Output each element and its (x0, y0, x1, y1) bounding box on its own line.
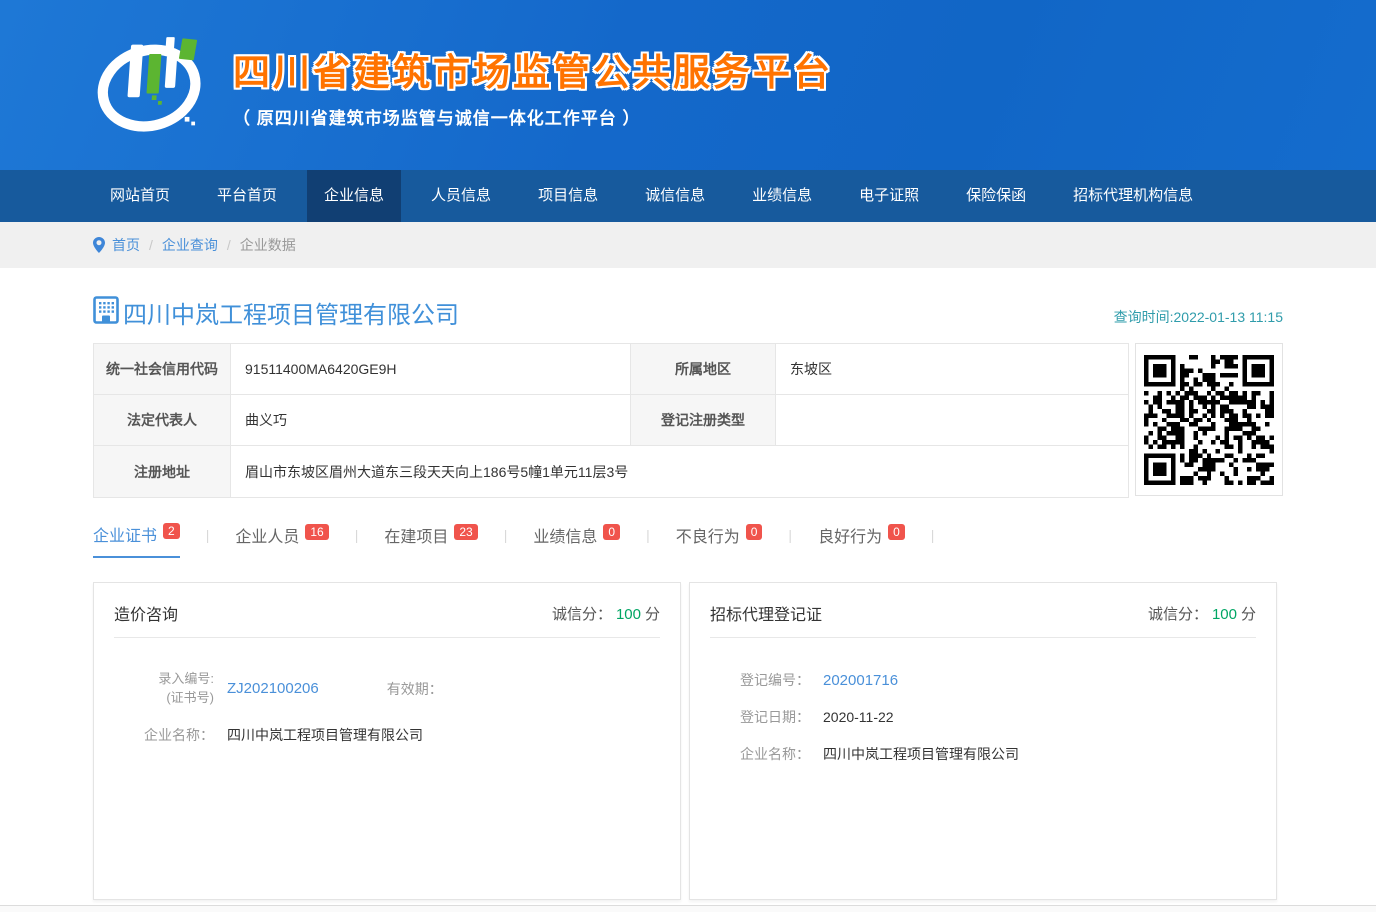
tab-bad-behavior[interactable]: 不良行为 0 (676, 523, 763, 557)
address-value: 眉山市东坡区眉州大道东三段天天向上186号5幢1单元11层3号 (231, 446, 1129, 497)
nav-item-platform-home[interactable]: 平台首页 (200, 170, 294, 222)
company-title: 四川中岚工程项目管理有限公司 (123, 295, 459, 330)
count-badge: 2 (163, 523, 180, 539)
breadcrumb: 首页 / 企业查询 / 企业数据 (93, 222, 1283, 268)
tab-projects-under-construction[interactable]: 在建项目 23 (384, 523, 477, 557)
tab-enterprise-certificates[interactable]: 企业证书 2 (93, 522, 180, 558)
building-icon (93, 296, 119, 329)
company-name-label: 企业名称： (144, 725, 214, 745)
nav-item-insurance-guarantee[interactable]: 保险保函 (949, 170, 1043, 222)
breadcrumb-home[interactable]: 首页 (112, 235, 140, 255)
nav-item-performance-info[interactable]: 业绩信息 (735, 170, 829, 222)
score-value: 100 (616, 606, 641, 623)
breadcrumb-current: 企业数据 (240, 235, 296, 255)
qr-code (1144, 355, 1274, 485)
registration-date-label: 登记日期： (740, 707, 810, 727)
query-time: 查询时间:2022-01-13 11:15 (1114, 307, 1283, 330)
breadcrumb-separator: / (227, 237, 231, 253)
table-label: 统一社会信用代码 (94, 344, 231, 394)
table-label: 法定代表人 (94, 395, 231, 445)
nav-item-e-certificate[interactable]: 电子证照 (842, 170, 936, 222)
site-title: 四川省建筑市场监管公共服务平台 (233, 42, 833, 96)
table-row: 注册地址 眉山市东坡区眉州大道东三段天天向上186号5幢1单元11层3号 (94, 446, 1129, 497)
nav-item-bidding-agency-info[interactable]: 招标代理机构信息 (1056, 170, 1210, 222)
site-subtitle: （ 原四川省建筑市场监管与诚信一体化工作平台 ） (233, 104, 833, 129)
table-row: 法定代表人 曲义巧 登记注册类型 (94, 395, 1129, 446)
table-label: 所属地区 (631, 344, 776, 394)
tab-enterprise-personnel[interactable]: 企业人员 16 (235, 523, 328, 557)
site-logo (89, 29, 211, 141)
tab-separator: | (931, 527, 935, 553)
registration-number-label: 登记编号： (740, 670, 810, 690)
footer-divider (0, 905, 1376, 912)
tab-performance-info[interactable]: 业绩信息 0 (533, 523, 620, 557)
region-value: 东坡区 (776, 344, 1129, 394)
entry-number-label: 录入编号:(证书号) (144, 670, 214, 708)
score-value: 100 (1212, 606, 1237, 623)
count-badge: 0 (603, 524, 620, 540)
count-badge: 0 (888, 524, 905, 540)
nav-item-personnel-info[interactable]: 人员信息 (414, 170, 508, 222)
company-name-value: 四川中岚工程项目管理有限公司 (227, 725, 423, 745)
nav-item-project-info[interactable]: 项目信息 (521, 170, 615, 222)
main-nav: 网站首页 平台首页 企业信息 人员信息 项目信息 诚信信息 业绩信息 电子证照 … (0, 170, 1376, 222)
tab-separator: | (206, 527, 210, 553)
legal-rep-value: 曲义巧 (231, 395, 631, 445)
tabs-row: 企业证书 2 | 企业人员 16 | 在建项目 23 | 业绩信息 0 | 不良… (93, 523, 1283, 556)
bidding-agency-registration-card: 招标代理登记证 诚信分：100分 登记编号： 202001716 登记日期： 2… (689, 582, 1277, 900)
tab-good-behavior[interactable]: 良好行为 0 (818, 523, 905, 557)
main-content: 四川中岚工程项目管理有限公司 查询时间:2022-01-13 11:15 统一社… (93, 295, 1283, 900)
tab-separator: | (646, 527, 650, 553)
breadcrumb-separator: / (149, 237, 153, 253)
credit-code-value: 91511400MA6420GE9H (231, 344, 631, 394)
count-badge: 0 (746, 524, 763, 540)
company-name-value: 四川中岚工程项目管理有限公司 (823, 744, 1019, 764)
tab-separator: | (355, 527, 359, 553)
registration-date-value: 2020-11-22 (823, 709, 894, 725)
tab-separator: | (504, 527, 508, 553)
tab-separator: | (788, 527, 792, 553)
registration-number-link[interactable]: 202001716 (823, 672, 898, 689)
card-title: 造价咨询 (114, 601, 178, 625)
table-row: 统一社会信用代码 91511400MA6420GE9H 所属地区 东坡区 (94, 344, 1129, 395)
count-badge: 16 (305, 524, 328, 540)
cost-consulting-card: 造价咨询 诚信分：100分 录入编号:(证书号) ZJ202100206 有效期… (93, 582, 681, 900)
validity-label: 有效期： (381, 679, 443, 699)
certificate-number-link[interactable]: ZJ202100206 (227, 680, 319, 697)
breadcrumb-bar: 首页 / 企业查询 / 企业数据 (0, 222, 1376, 268)
card-title: 招标代理登记证 (710, 601, 822, 625)
nav-item-website-home[interactable]: 网站首页 (93, 170, 187, 222)
credit-score: 诚信分：100分 (1148, 603, 1256, 624)
table-label: 注册地址 (94, 446, 231, 497)
table-label: 登记注册类型 (631, 395, 776, 445)
count-badge: 23 (454, 524, 477, 540)
nav-item-credit-info[interactable]: 诚信信息 (628, 170, 722, 222)
company-name-label: 企业名称： (740, 744, 810, 764)
qr-code-box (1135, 343, 1283, 496)
nav-item-enterprise-info[interactable]: 企业信息 (307, 170, 401, 222)
registration-type-value (776, 395, 1129, 445)
credit-score: 诚信分：100分 (552, 603, 660, 624)
site-header: 四川省建筑市场监管公共服务平台 （ 原四川省建筑市场监管与诚信一体化工作平台 ） (0, 0, 1376, 170)
location-pin-icon (93, 237, 105, 253)
breadcrumb-enterprise-search[interactable]: 企业查询 (162, 235, 218, 255)
company-info-table: 统一社会信用代码 91511400MA6420GE9H 所属地区 东坡区 法定代… (93, 343, 1129, 498)
